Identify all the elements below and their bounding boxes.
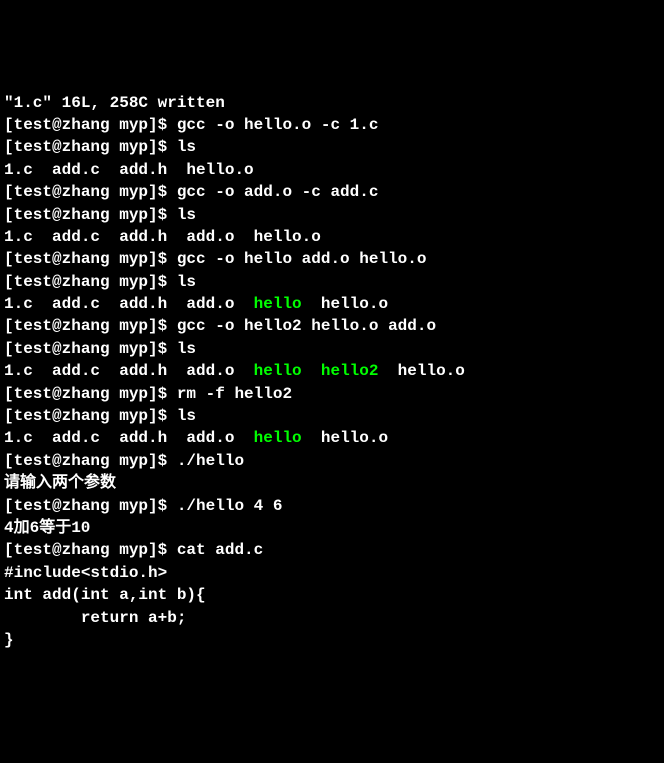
shell-command: ls <box>177 206 196 224</box>
shell-command: rm -f hello2 <box>177 385 292 403</box>
shell-command: ls <box>177 407 196 425</box>
shell-command: gcc -o add.o -c add.c <box>177 183 379 201</box>
shell-command: gcc -o hello2 hello.o add.o <box>177 317 436 335</box>
output-text: 1.c add.c add.h add.o hello.o <box>4 228 321 246</box>
terminal-line: [test@zhang myp]$ gcc -o hello.o -c 1.c <box>4 114 660 136</box>
output-text: "1.c" 16L, 258C written <box>4 94 225 112</box>
terminal-line: [test@zhang myp]$ gcc -o add.o -c add.c <box>4 181 660 203</box>
terminal-line: [test@zhang myp]$ gcc -o hello add.o hel… <box>4 248 660 270</box>
shell-prompt: [test@zhang myp]$ <box>4 340 177 358</box>
output-text: 4加6等于10 <box>4 519 90 537</box>
terminal-output[interactable]: "1.c" 16L, 258C written [test@zhang myp]$… <box>4 92 660 652</box>
output-text: hello.o <box>302 429 388 447</box>
terminal-line: 4加6等于10 <box>4 517 660 539</box>
output-text: return a+b; <box>4 609 186 627</box>
shell-prompt: [test@zhang myp]$ <box>4 317 177 335</box>
output-text: 1.c add.c add.h add.o <box>4 362 254 380</box>
terminal-line: [test@zhang myp]$ cat add.c <box>4 539 660 561</box>
terminal-line: "1.c" 16L, 258C written <box>4 92 660 114</box>
terminal-line: 请输入两个参数 <box>4 472 660 494</box>
shell-command: gcc -o hello.o -c 1.c <box>177 116 379 134</box>
shell-command: ls <box>177 273 196 291</box>
output-text: hello.o <box>378 362 464 380</box>
terminal-line: 1.c add.c add.h add.o hello hello2 hello… <box>4 360 660 382</box>
terminal-line: 1.c add.c add.h add.o hello hello.o <box>4 293 660 315</box>
shell-prompt: [test@zhang myp]$ <box>4 138 177 156</box>
output-text: } <box>4 631 14 649</box>
terminal-line: } <box>4 629 660 651</box>
shell-command: ls <box>177 340 196 358</box>
output-text <box>302 362 321 380</box>
shell-prompt: [test@zhang myp]$ <box>4 116 177 134</box>
output-text: 1.c add.c add.h add.o <box>4 295 254 313</box>
output-text: hello.o <box>302 295 388 313</box>
shell-command: cat add.c <box>177 541 263 559</box>
output-text: 1.c add.c add.h hello.o <box>4 161 254 179</box>
terminal-line: #include<stdio.h> <box>4 562 660 584</box>
shell-prompt: [test@zhang myp]$ <box>4 183 177 201</box>
terminal-line: [test@zhang myp]$ ls <box>4 338 660 360</box>
executable-file: hello2 <box>321 362 379 380</box>
shell-prompt: [test@zhang myp]$ <box>4 541 177 559</box>
shell-prompt: [test@zhang myp]$ <box>4 273 177 291</box>
terminal-line: [test@zhang myp]$ ls <box>4 136 660 158</box>
terminal-line: return a+b; <box>4 607 660 629</box>
output-text: #include<stdio.h> <box>4 564 167 582</box>
terminal-line: 1.c add.c add.h add.o hello hello.o <box>4 427 660 449</box>
shell-prompt: [test@zhang myp]$ <box>4 206 177 224</box>
shell-prompt: [test@zhang myp]$ <box>4 250 177 268</box>
shell-prompt: [test@zhang myp]$ <box>4 497 177 515</box>
shell-command: ls <box>177 138 196 156</box>
terminal-line: [test@zhang myp]$ ls <box>4 271 660 293</box>
shell-command: ./hello <box>177 452 244 470</box>
terminal-line: [test@zhang myp]$ ls <box>4 405 660 427</box>
terminal-line: 1.c add.c add.h hello.o <box>4 159 660 181</box>
output-text: 1.c add.c add.h add.o <box>4 429 254 447</box>
output-text: int add(int a,int b){ <box>4 586 206 604</box>
terminal-line: [test@zhang myp]$ gcc -o hello2 hello.o … <box>4 315 660 337</box>
terminal-line: int add(int a,int b){ <box>4 584 660 606</box>
terminal-line: 1.c add.c add.h add.o hello.o <box>4 226 660 248</box>
shell-prompt: [test@zhang myp]$ <box>4 452 177 470</box>
executable-file: hello <box>254 362 302 380</box>
terminal-line: [test@zhang myp]$ rm -f hello2 <box>4 383 660 405</box>
shell-command: ./hello 4 6 <box>177 497 283 515</box>
shell-prompt: [test@zhang myp]$ <box>4 407 177 425</box>
terminal-line: [test@zhang myp]$ ls <box>4 204 660 226</box>
output-text: 请输入两个参数 <box>4 474 116 492</box>
executable-file: hello <box>254 429 302 447</box>
terminal-line: [test@zhang myp]$ ./hello <box>4 450 660 472</box>
shell-prompt: [test@zhang myp]$ <box>4 385 177 403</box>
terminal-line: [test@zhang myp]$ ./hello 4 6 <box>4 495 660 517</box>
shell-command: gcc -o hello add.o hello.o <box>177 250 427 268</box>
executable-file: hello <box>254 295 302 313</box>
